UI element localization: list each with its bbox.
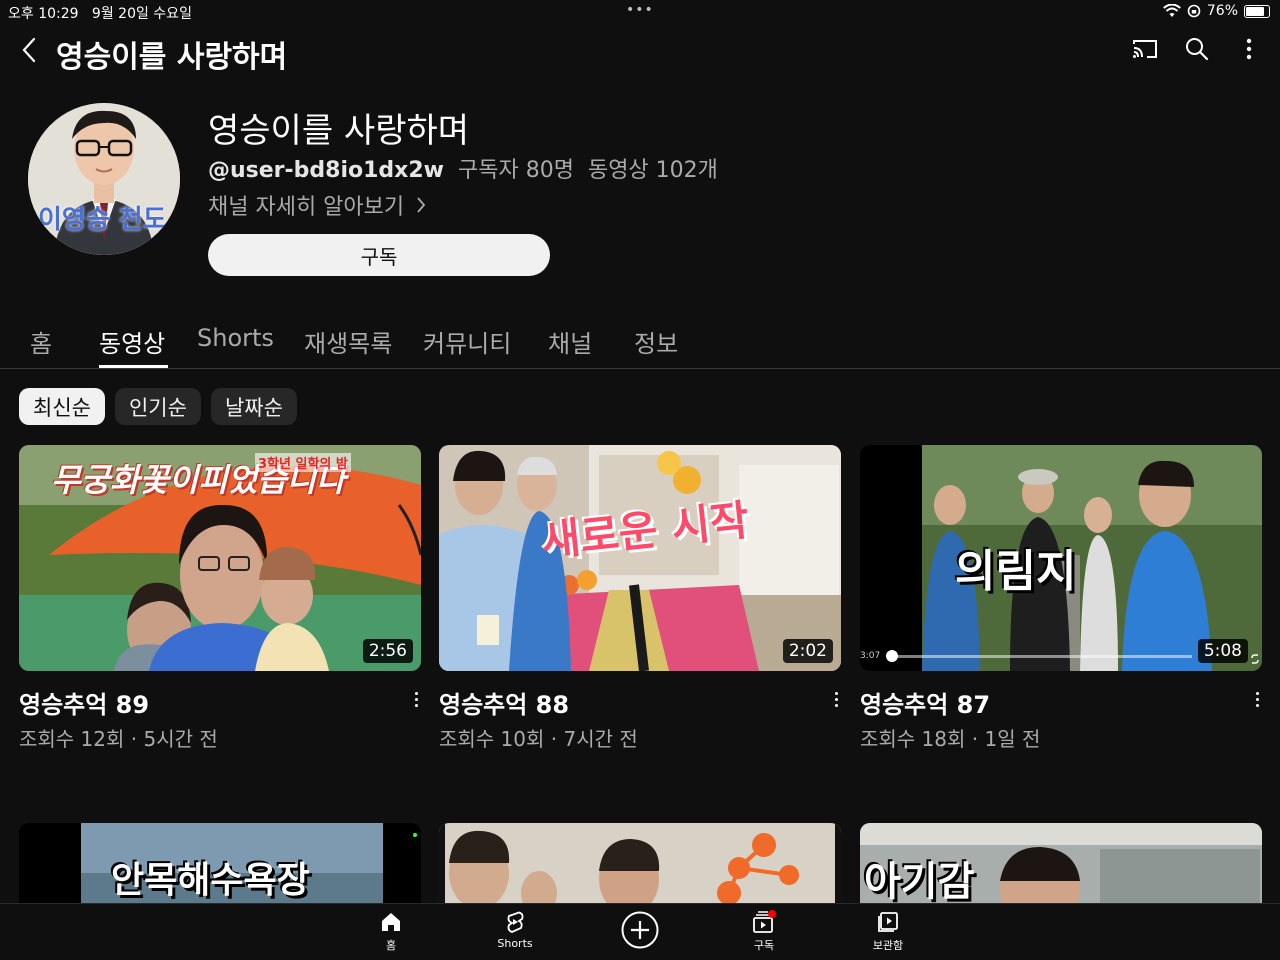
create-icon (621, 911, 659, 949)
top-actions (1130, 34, 1264, 64)
bottom-navigation: 홈 Shorts 구독 보관함 (0, 903, 1280, 960)
status-time-date: 오후 10:29 9월 20일 수요일 (8, 3, 192, 23)
notification-dot (768, 910, 776, 918)
channel-tabs: 홈 동영상 Shorts 재생목록 커뮤니티 채널 정보 (0, 318, 1280, 369)
channel-handle: @user-bd8io1dx2w (208, 158, 444, 183)
video-thumbnail[interactable] (439, 823, 841, 903)
loop-icon (1251, 654, 1259, 664)
home-icon (382, 913, 400, 931)
video-progress-bar[interactable] (892, 655, 1192, 658)
video-count: 동영상 102개 (587, 158, 718, 183)
status-bar: 오후 10:29 9월 20일 수요일 ••• 76% (0, 0, 1280, 24)
nav-home[interactable]: 홈 (351, 910, 431, 953)
progress-time: 3:07 (860, 651, 881, 661)
video-thumbnail[interactable]: 의림지 3:07 5:08 (860, 445, 1262, 671)
nav-subscriptions-label: 구독 (753, 939, 775, 952)
video-duration: 2:56 (362, 639, 413, 663)
chevron-right-icon (417, 197, 426, 213)
channel-about-link[interactable]: 채널 자세히 알아보기 (208, 189, 426, 221)
video-meta: 조회수 12회 · 5시간 전 (19, 727, 218, 751)
active-tab-indicator (99, 365, 168, 368)
nav-shorts[interactable]: Shorts (475, 910, 555, 950)
video-menu-button[interactable] (1252, 687, 1262, 711)
tab-playlists[interactable]: 재생목록 (304, 324, 392, 359)
subscriber-count: 구독자 80명 (458, 158, 574, 183)
progress-handle[interactable] (886, 650, 898, 662)
more-vertical-icon (1246, 38, 1252, 60)
nav-create[interactable] (600, 910, 680, 950)
thumbnail-title: 의림지 (955, 546, 1077, 597)
wifi-icon (1163, 4, 1181, 17)
thumbnail-image (439, 823, 841, 903)
battery-percent: 76% (1206, 3, 1238, 19)
status-time: 오후 10:29 (8, 6, 79, 22)
video-meta: 조회수 18회 · 1일 전 (860, 727, 1041, 751)
video-meta: 조회수 10회 · 7시간 전 (439, 727, 638, 751)
tab-channels[interactable]: 채널 (548, 324, 592, 359)
video-card[interactable]: 의림지 3:07 5:08 영승추억 87 조회수 18회 · 1일 전 (860, 445, 1262, 755)
more-options-button[interactable] (1234, 34, 1264, 64)
chip-latest[interactable]: 최신순 (19, 388, 105, 425)
video-thumbnail[interactable]: 무궁화꽃이피었습니다 3학년 일학의 밤 2:56 (19, 445, 421, 671)
battery-icon (1244, 4, 1270, 18)
nav-shorts-label: Shorts (497, 937, 533, 950)
nav-subscriptions[interactable]: 구독 (724, 910, 804, 953)
top-bar: 영승이를 사랑하며 (0, 26, 1280, 75)
library-icon (878, 912, 898, 932)
nav-home-label: 홈 (385, 939, 397, 952)
video-card[interactable]: 무궁화꽃이피었습니다 3학년 일학의 밤 2:56 영승추억 89 조회수 12… (19, 445, 421, 755)
avatar-overlay-text: 이영승 천도 (38, 205, 167, 235)
video-thumbnail[interactable]: 아기감 (860, 823, 1262, 903)
cast-button[interactable] (1130, 34, 1160, 64)
chip-popular[interactable]: 인기순 (114, 388, 201, 425)
status-indicators: 76% (1163, 3, 1270, 19)
nav-library[interactable]: 보관함 (848, 910, 928, 953)
thumbnail-title: 아기감 (864, 859, 975, 903)
tab-videos[interactable]: 동영상 (99, 324, 165, 359)
tab-shorts[interactable]: Shorts (197, 324, 274, 352)
tab-community[interactable]: 커뮤니티 (423, 324, 511, 359)
video-title[interactable]: 영승추억 88 (439, 685, 569, 720)
channel-meta: @user-bd8io1dx2w 구독자 80명 동영상 102개 (208, 152, 718, 184)
search-icon (1186, 38, 1209, 61)
subscriptions-icon (753, 910, 776, 933)
video-duration: 2:02 (782, 639, 833, 663)
subscribe-button[interactable]: 구독 (208, 234, 550, 276)
video-duration: 5:08 (1197, 639, 1248, 663)
channel-name: 영승이를 사랑하며 (208, 111, 470, 151)
video-thumbnail[interactable]: 새로운 시작 2:02 (439, 445, 841, 671)
shorts-icon (507, 911, 524, 933)
video-menu-button[interactable] (831, 687, 841, 711)
video-title[interactable]: 영승추억 87 (860, 685, 990, 720)
video-menu-button[interactable] (411, 687, 421, 711)
sort-chips: 최신순 인기순 날짜순 (19, 388, 297, 425)
back-button[interactable] (14, 32, 44, 68)
tab-home[interactable]: 홈 (30, 324, 52, 359)
search-button[interactable] (1182, 34, 1212, 64)
chip-oldest[interactable]: 날짜순 (210, 388, 297, 425)
thumbnail-title: 안목해수욕장 (111, 860, 310, 901)
video-card[interactable]: 새로운 시작 2:02 영승추억 88 조회수 10회 · 7시간 전 (439, 445, 841, 755)
cast-icon (1133, 40, 1157, 58)
orientation-lock-icon (1187, 4, 1201, 18)
back-arrow-icon (22, 37, 36, 63)
thumbnail-badge: 3학년 일학의 밤 (255, 453, 351, 472)
video-title[interactable]: 영승추억 89 (19, 685, 149, 720)
nav-library-label: 보관함 (872, 939, 904, 952)
multitasking-dots[interactable]: ••• (626, 2, 654, 18)
channel-about-label: 채널 자세히 알아보기 (208, 195, 405, 220)
page-title: 영승이를 사랑하며 (56, 40, 288, 75)
video-thumbnail[interactable]: 안목해수욕장 (19, 823, 421, 903)
status-date: 9월 20일 수요일 (91, 6, 192, 22)
channel-avatar[interactable]: 이영승 천도 (28, 103, 180, 255)
tab-about[interactable]: 정보 (634, 324, 678, 359)
